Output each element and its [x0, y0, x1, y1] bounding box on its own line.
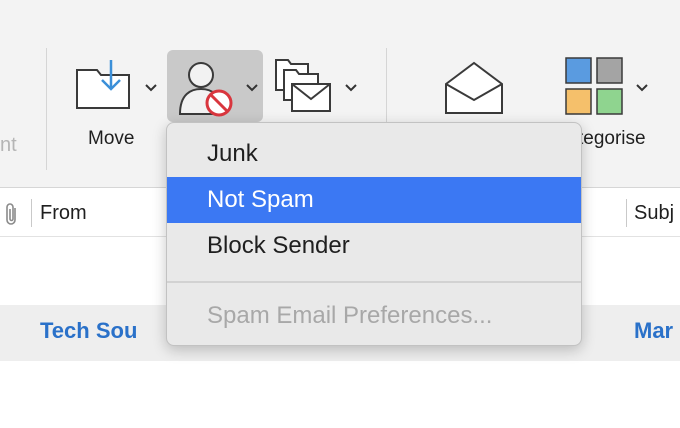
- paperclip-icon[interactable]: [3, 201, 21, 232]
- categorise-label: tegorise: [578, 128, 646, 149]
- block-sender-button[interactable]: [167, 50, 263, 122]
- ribbon-partial-label: nt: [0, 134, 17, 156]
- menu-item-spam-preferences: Spam Email Preferences...: [207, 302, 493, 329]
- message-sender-secondary: Mar: [634, 318, 674, 343]
- move-button[interactable]: [75, 58, 131, 110]
- read-unread-button[interactable]: [443, 60, 505, 116]
- categorise-chevron-down-icon[interactable]: [635, 80, 649, 98]
- move-label: Move: [88, 128, 135, 149]
- column-header-from[interactable]: From: [40, 202, 87, 225]
- categorise-button[interactable]: [565, 57, 625, 117]
- read-unread-icon: [443, 60, 505, 116]
- move-chevron-down-icon[interactable]: [144, 80, 158, 98]
- menu-item-junk[interactable]: Junk: [167, 131, 581, 177]
- rules-button[interactable]: [274, 56, 336, 116]
- block-sender-icon: [177, 58, 239, 123]
- categorise-icon: [565, 57, 625, 117]
- block-chevron-down-icon[interactable]: [245, 80, 259, 98]
- message-sender: Tech Sou: [40, 318, 138, 343]
- ribbon-separator: [46, 48, 47, 170]
- move-to-folder-icon: [75, 58, 131, 110]
- junk-dropdown-menu: Junk Not Spam Block Sender Spam Email Pr…: [166, 122, 582, 346]
- column-separator: [626, 199, 627, 227]
- menu-divider: [167, 281, 581, 283]
- menu-item-block-sender[interactable]: Block Sender: [167, 223, 581, 269]
- column-header-subject[interactable]: Subj: [634, 202, 674, 225]
- column-separator: [31, 199, 32, 227]
- rules-icon: [274, 56, 336, 116]
- menu-item-not-spam[interactable]: Not Spam: [167, 177, 581, 223]
- rules-chevron-down-icon[interactable]: [344, 80, 358, 98]
